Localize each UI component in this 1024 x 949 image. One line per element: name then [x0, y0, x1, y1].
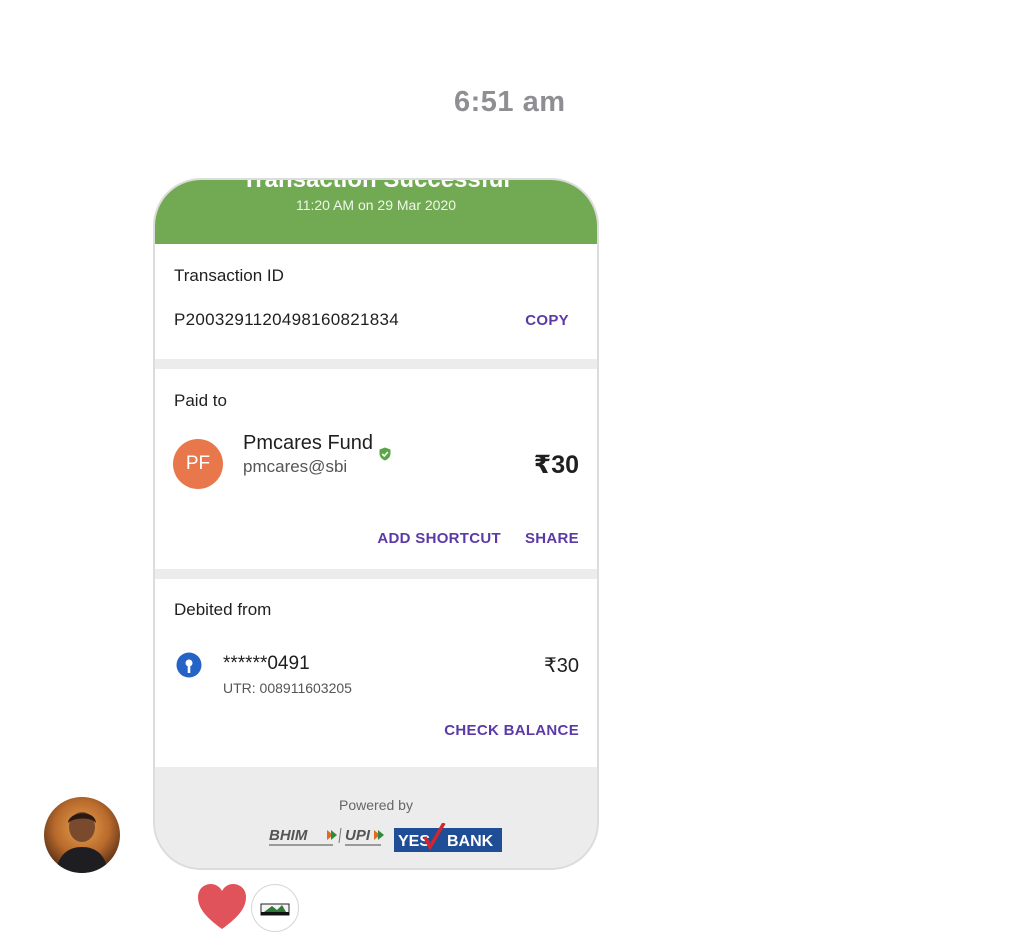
- transaction-id-label: Transaction ID: [174, 266, 284, 285]
- payee-vpa: pmcares@sbi: [243, 457, 348, 476]
- upi-logo-text: UPI: [345, 827, 371, 844]
- debit-account-number: ******0491: [223, 653, 310, 674]
- paid-to-label: Paid to: [174, 391, 227, 410]
- share-button[interactable]: SHARE: [525, 530, 579, 547]
- transaction-datetime: 11:20 AM on 29 Mar 2020: [295, 197, 457, 213]
- success-header: Transaction Successful 11:20 AM on 29 Ma…: [155, 180, 597, 244]
- payee-name: Pmcares Fund: [243, 432, 374, 454]
- sender-avatar[interactable]: [44, 797, 120, 873]
- bhim-upi-yesbank-logo: BHIM UPI YES BANK: [269, 823, 502, 852]
- bhim-logo-text: BHIM: [269, 827, 308, 844]
- success-title: Transaction Successful: [241, 178, 511, 193]
- powered-by-label: Powered by: [339, 797, 413, 813]
- heart-icon[interactable]: [196, 883, 248, 931]
- bank-logo-text: BANK: [447, 833, 494, 850]
- payee-avatar: PF: [173, 439, 223, 489]
- sbi-bank-icon: [176, 652, 202, 678]
- transaction-id-value: P2003291120498160821834: [174, 310, 399, 329]
- copy-button[interactable]: COPY: [525, 312, 569, 329]
- add-shortcut-button[interactable]: ADD SHORTCUT: [377, 530, 501, 547]
- verified-shield-icon: [379, 447, 391, 461]
- paid-amount: ₹30: [533, 451, 579, 479]
- check-balance-button[interactable]: CHECK BALANCE: [444, 722, 579, 739]
- receipt-image-message[interactable]: Transaction Successful 11:20 AM on 29 Ma…: [153, 178, 599, 870]
- paid-to-card: Paid to PF Pmcares Fund pmcares@sbi ₹30 …: [155, 369, 597, 569]
- sticker-badge-icon[interactable]: [251, 884, 299, 932]
- transaction-id-card: Transaction ID P2003291120498160821834 C…: [155, 244, 597, 359]
- utr-number: UTR: 008911603205: [223, 680, 352, 696]
- debited-from-label: Debited from: [174, 600, 272, 619]
- powered-by-footer: Powered by BHIM UPI YES BANK: [155, 767, 597, 868]
- debited-amount: ₹30: [544, 655, 579, 677]
- debited-from-card: Debited from ******0491 UTR: 00891160320…: [155, 579, 597, 767]
- message-timestamp: 6:51 am: [454, 86, 566, 118]
